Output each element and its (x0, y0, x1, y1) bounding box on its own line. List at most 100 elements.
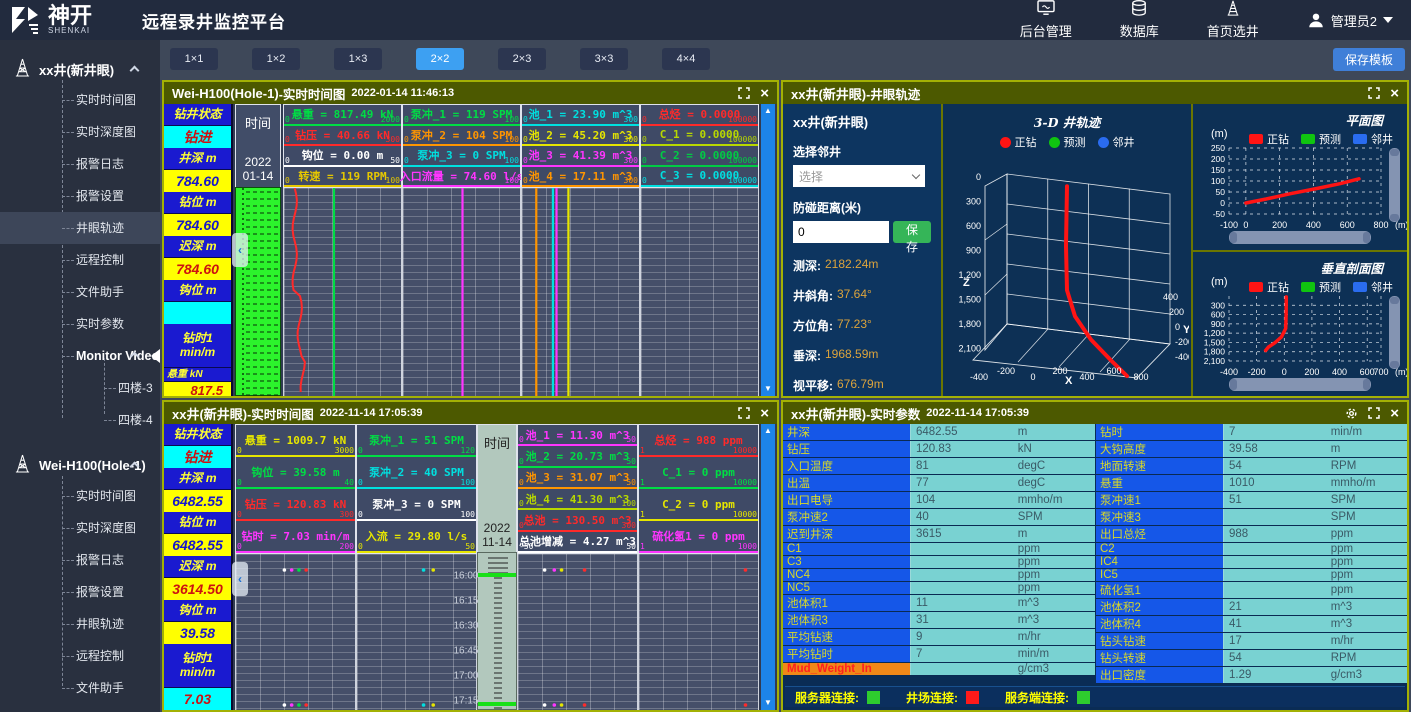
curve-header-row: 0C_3 = 0.0000100000 (641, 167, 758, 188)
svg-text:-200: -200 (1175, 337, 1189, 347)
layout-button-1×3[interactable]: 1×3 (334, 48, 382, 70)
status-cell: 钻位 m (164, 512, 231, 534)
user-menu[interactable]: 管理员2 (1307, 11, 1393, 30)
param-unit: g/cm3 (1018, 663, 1049, 675)
curve-label: 泵冲_3 = 0 SPM (372, 496, 460, 512)
layout-button-1×1[interactable]: 1×1 (170, 48, 218, 70)
curve-max: 100 (461, 478, 475, 487)
curve-min: 0 (237, 446, 242, 455)
curve-min: 0 (285, 135, 290, 144)
layout-button-2×2[interactable]: 2×2 (416, 48, 464, 70)
close-icon[interactable]: × (1390, 405, 1399, 422)
sidebar-item-实时时间图[interactable]: 实时时间图 (0, 480, 160, 512)
param-unit: SPM (1331, 511, 1356, 523)
stat-value: 1968.59m (825, 347, 878, 364)
nav-admin[interactable]: 后台管理 (1020, 0, 1072, 40)
curve-max: 100 (505, 156, 519, 165)
collapse-handle[interactable]: ‹ (232, 233, 248, 267)
expand-icon[interactable] (738, 87, 750, 99)
sidebar-item-报警设置[interactable]: 报警设置 (0, 576, 160, 608)
svg-text:-50: -50 (1213, 209, 1226, 219)
param-unit: m (1331, 443, 1341, 455)
sidebar-item-远程控制[interactable]: 远程控制 (0, 640, 160, 672)
status-cell: 钻进 (164, 126, 231, 148)
distance-input[interactable] (793, 221, 889, 243)
plot-v-scrollbar[interactable] (1389, 296, 1400, 369)
time-axis-lithology (235, 187, 281, 396)
save-template-button[interactable]: 保存模板 (1333, 48, 1405, 71)
svg-text:150: 150 (1211, 165, 1225, 175)
curve-min: 0 (358, 542, 363, 551)
track-header: 0泵冲_1 = 119 SPM1000泵冲_2 = 104 SPM1000泵冲_… (402, 104, 521, 188)
layout-button-4×4[interactable]: 4×4 (662, 48, 710, 70)
sidebar-item-实时深度图[interactable]: 实时深度图 (0, 116, 160, 148)
plot-unit: (m) (1211, 128, 1228, 140)
sidebar-item-文件助手[interactable]: 文件助手 (0, 672, 160, 704)
plot-h-scrollbar[interactable] (1229, 378, 1371, 391)
svg-text:300: 300 (966, 197, 981, 207)
scroll-down-arrow[interactable]: ▼ (761, 696, 775, 710)
sidebar-item-实时参数[interactable]: 实时参数 (0, 308, 160, 340)
layout-button-3×3[interactable]: 3×3 (580, 48, 628, 70)
param-row: 硫化氢1ppm (1096, 582, 1407, 599)
svg-text:600: 600 (1360, 367, 1375, 377)
panel-title-bar: xx井(新井眼)-井眼轨迹× (783, 82, 1407, 104)
sidebar-section-header-0[interactable]: xx井(新井眼) (0, 54, 160, 84)
curve-min: 0 (523, 115, 528, 124)
offset-well-select[interactable]: 选择 (793, 165, 925, 187)
close-icon[interactable]: × (760, 405, 769, 422)
sidebar-item-井眼轨迹[interactable]: 井眼轨迹 (0, 608, 160, 640)
curve-header-row: 0总池 = 130.50 m^3300 (518, 510, 637, 531)
chart-vertical-scrollbar[interactable]: ▲▼ (761, 104, 775, 396)
sidebar-item-实时时间图[interactable]: 实时时间图 (0, 84, 160, 116)
plot-v-scrollbar[interactable] (1389, 148, 1400, 222)
sidebar-section-header-1[interactable]: Wei-H100(Hole-1) (0, 450, 160, 480)
param-value: 1.29g/cm3 (1224, 667, 1407, 683)
expand-icon[interactable] (1368, 87, 1380, 99)
curve-header-row: 0泵冲_1 = 51 SPM120 (357, 425, 476, 457)
sidebar-item-远程控制[interactable]: 远程控制 (0, 244, 160, 276)
save-distance-button[interactable]: 保存 (893, 221, 931, 243)
sidebar-item-Monitor Video[interactable]: Monitor Video (0, 340, 160, 372)
scroll-up-arrow[interactable]: ▲ (761, 104, 775, 118)
expand-icon[interactable] (738, 407, 750, 419)
sidebar-item-报警日志[interactable]: 报警日志 (0, 148, 160, 180)
layout-button-2×3[interactable]: 2×3 (498, 48, 546, 70)
sidebar-item-四楼-3[interactable]: 四楼-3 (0, 372, 160, 404)
sidebar-item-报警日志[interactable]: 报警日志 (0, 544, 160, 576)
plot-h-scrollbar[interactable] (1229, 231, 1371, 244)
nav-database[interactable]: 数据库 (1120, 0, 1159, 40)
legend-item: 邻井 (1098, 134, 1135, 150)
svg-text:200: 200 (1211, 154, 1225, 164)
close-icon[interactable]: × (760, 85, 769, 102)
param-value: ppm (911, 543, 1095, 555)
svg-text:800: 800 (1133, 372, 1148, 382)
curve-min: 0 (237, 478, 242, 487)
scroll-up-arrow[interactable]: ▲ (761, 424, 775, 438)
sidebar-item-文件助手[interactable]: 文件助手 (0, 276, 160, 308)
curve-min: 1 (640, 542, 645, 551)
sidebar-item-井眼轨迹[interactable]: 井眼轨迹 (0, 212, 160, 244)
settings-icon[interactable] (1345, 407, 1358, 420)
collapse-handle[interactable]: ‹ (232, 562, 248, 596)
sidebar-item-四楼-4[interactable]: 四楼-4 (0, 404, 160, 436)
status-cell: 3614.50 (164, 578, 231, 600)
close-icon[interactable]: × (1390, 85, 1399, 102)
sidebar-item-报警设置[interactable]: 报警设置 (0, 180, 160, 212)
curve-max: 100 (461, 510, 475, 519)
nav-home-well[interactable]: 首页选井 (1207, 0, 1259, 40)
curve-header-row: 0悬重 = 1009.7 kN3000 (236, 425, 355, 457)
scroll-down-arrow[interactable]: ▼ (761, 382, 775, 396)
expand-icon[interactable] (1368, 407, 1380, 419)
param-unit: m (1018, 528, 1028, 540)
param-label: 井深 (783, 424, 911, 440)
trajectory-stat: 测深:2182.24m (793, 257, 931, 274)
sidebar-item-实时深度图[interactable]: 实时深度图 (0, 512, 160, 544)
layout-button-1×2[interactable]: 1×2 (252, 48, 300, 70)
stat-value: 2182.24m (825, 257, 878, 274)
header-nav: 后台管理 数据库 首页选井 管理员2 (1020, 0, 1393, 40)
param-unit: RPM (1331, 652, 1357, 664)
param-unit: SPM (1331, 494, 1356, 506)
chart-vertical-scrollbar[interactable]: ▲▼ (761, 424, 775, 710)
panel-title-icons: × (738, 405, 769, 422)
